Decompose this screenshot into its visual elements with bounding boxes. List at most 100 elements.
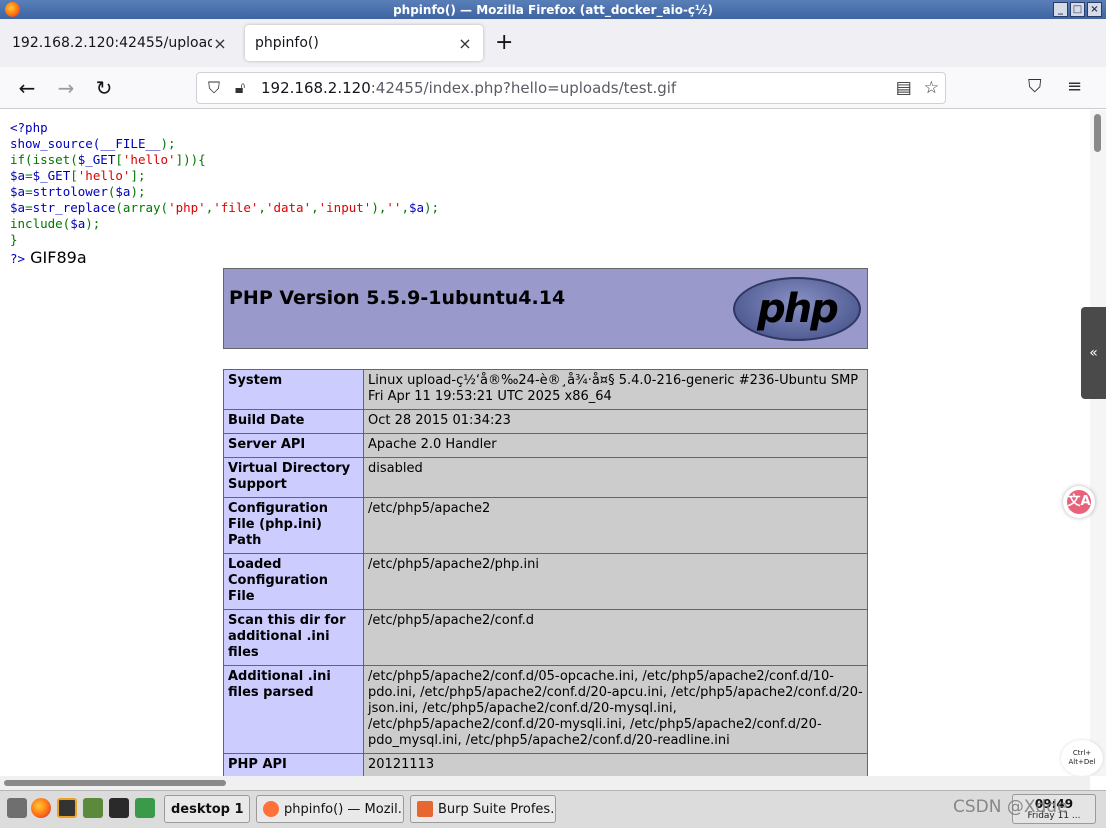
watermark: CSDN @Xdde: [953, 797, 1068, 817]
terminal-launcher-icon[interactable]: [57, 798, 77, 818]
info-value: Oct 28 2015 01:34:23: [363, 409, 868, 434]
source-token: isset(: [32, 152, 78, 167]
php-source-code: <?php show_source(__FILE__); if(isset($_GE…: [10, 120, 439, 248]
close-tab-icon[interactable]: ×: [212, 34, 228, 53]
maximize-icon[interactable]: □: [1070, 2, 1085, 17]
info-value: Apache 2.0 Handler: [363, 433, 868, 458]
source-line: $a=$_GET['hello'];: [10, 168, 439, 184]
source-token: strtolower: [32, 184, 108, 199]
source-token: 'data': [265, 200, 312, 215]
php-version-title: PHP Version 5.5.9-1ubuntu4.14: [229, 287, 566, 309]
minimize-icon[interactable]: _: [1053, 2, 1068, 17]
info-key: System: [223, 369, 364, 410]
source-token: }: [10, 232, 18, 247]
table-row: Loaded Configuration File/etc/php5/apach…: [223, 553, 868, 610]
source-token: 'hello': [77, 168, 131, 183]
url-bar[interactable]: ⛉ 🔓︎ 192.168.2.120:42455/index.php?hello…: [196, 72, 946, 104]
table-row: Configuration File (php.ini) Path/etc/ph…: [223, 497, 868, 554]
tab-label: phpinfo(): [255, 35, 319, 51]
source-token: if(: [10, 152, 33, 167]
taskbar-window-label: phpinfo() — Mozil...: [284, 801, 404, 817]
source-token: $a: [70, 216, 86, 231]
bookmark-star-icon[interactable]: ☆: [924, 78, 939, 98]
source-line: $a=str_replace(array('php','file','data'…: [10, 200, 439, 216]
source-token: );: [160, 136, 176, 151]
taskbar-window-firefox[interactable]: phpinfo() — Mozil...: [256, 795, 404, 823]
horizontal-scroll-thumb[interactable]: [4, 780, 226, 786]
source-token: ,: [258, 200, 266, 215]
forward-button[interactable]: →: [54, 76, 78, 100]
window-title: phpinfo() — Mozilla Firefox (att_docker_…: [393, 2, 713, 17]
source-token: <?php: [10, 120, 48, 135]
phpinfo-table: System Linux upload-ç½‘å®‰24-è®¸å¾·å¤§ 5.…: [223, 369, 868, 776]
pocket-icon[interactable]: ⛉: [1028, 76, 1042, 97]
taskbar-window-burp[interactable]: Burp Suite Profes...: [410, 795, 556, 823]
info-value: /etc/php5/apache2: [363, 497, 868, 554]
reload-button[interactable]: ↻: [92, 76, 116, 100]
gif-header-text: GIF89a: [30, 248, 87, 267]
table-row: System Linux upload-ç½‘å®‰24-è®¸å¾·å¤§ 5.…: [223, 369, 868, 410]
insecure-lock-icon[interactable]: 🔓︎: [227, 78, 253, 98]
back-button[interactable]: ←: [15, 76, 39, 100]
translate-button[interactable]: 文A: [1063, 486, 1095, 518]
cad-line2: Alt+Del: [1068, 758, 1096, 766]
settings-launcher-icon[interactable]: [83, 798, 103, 818]
ctrl-alt-del-button[interactable]: Ctrl+ Alt+Del: [1061, 740, 1103, 776]
monitor-launcher-icon[interactable]: [109, 798, 129, 818]
horizontal-scrollbar[interactable]: [0, 776, 1090, 790]
table-row: Server API Apache 2.0 Handler: [223, 433, 868, 458]
tab-strip: 192.168.2.120:42455/uploads/test.gif × p…: [0, 19, 1106, 67]
source-line: if(isset($_GET['hello'])){: [10, 152, 439, 168]
tab-phpinfo[interactable]: phpinfo() ×: [245, 25, 483, 61]
info-value: 20121113: [363, 753, 868, 776]
source-token: );: [85, 216, 101, 231]
info-value: /etc/php5/apache2/conf.d/05-opcache.ini,…: [363, 665, 868, 754]
show-desktop-icon[interactable]: [7, 798, 27, 818]
url-text[interactable]: 192.168.2.120:42455/index.php?hello=uplo…: [261, 79, 676, 97]
cad-line1: Ctrl+: [1072, 749, 1092, 757]
source-token: =: [25, 168, 33, 183]
info-key: Configuration File (php.ini) Path: [223, 497, 364, 554]
shield-icon[interactable]: ⛉: [201, 78, 227, 98]
vertical-scroll-thumb[interactable]: [1094, 114, 1101, 152]
firefox-launcher-icon[interactable]: [31, 798, 51, 818]
source-token: ),: [371, 200, 387, 215]
info-value: Linux upload-ç½‘å®‰24-è®¸å¾·å¤§ 5.4.0-21…: [363, 369, 868, 410]
translate-icon: 文A: [1067, 490, 1091, 514]
source-line: show_source(__FILE__);: [10, 136, 439, 152]
vertical-scrollbar[interactable]: [1090, 110, 1106, 776]
close-window-icon[interactable]: ×: [1087, 2, 1102, 17]
source-token: str_replace: [32, 200, 116, 215]
source-token: $_GET: [77, 152, 116, 167]
info-key: Loaded Configuration File: [223, 553, 364, 610]
source-token: '': [386, 200, 402, 215]
source-token: ])){: [175, 152, 206, 167]
table-row: PHP API 20121113: [223, 753, 868, 776]
source-token: 'php': [168, 200, 206, 215]
app-launcher-icon[interactable]: [135, 798, 155, 818]
tab-uploads-gif[interactable]: 192.168.2.120:42455/uploads/test.gif ×: [2, 25, 238, 61]
taskbar: desktop 1 phpinfo() — Mozil... Burp Suit…: [0, 790, 1106, 828]
php-logo-text: php: [757, 286, 839, 332]
source-token: ,: [401, 200, 409, 215]
side-panel-toggle[interactable]: «: [1081, 307, 1106, 399]
source-token: 'hello': [122, 152, 176, 167]
source-token: $a: [115, 184, 131, 199]
php-logo[interactable]: php: [733, 277, 861, 341]
source-token: show_source(: [10, 136, 101, 151]
new-tab-button[interactable]: +: [495, 32, 513, 54]
table-row: Scan this dir for additional .ini files /…: [223, 609, 868, 666]
phpinfo-header: PHP Version 5.5.9-1ubuntu4.14 php: [223, 268, 868, 349]
source-line: include($a);: [10, 216, 439, 232]
close-tab-icon[interactable]: ×: [457, 34, 473, 53]
navigation-bar: ← → ↻ ⛉ 🔓︎ 192.168.2.120:42455/index.php…: [0, 67, 1106, 109]
url-path: :42455/index.php?hello=uploads/test.gif: [370, 79, 677, 97]
window-titlebar: phpinfo() — Mozilla Firefox (att_docker_…: [0, 0, 1106, 19]
table-row: Additional .ini files parsed/etc/php5/ap…: [223, 665, 868, 754]
reader-view-icon[interactable]: ▤: [896, 78, 912, 98]
desktop-switcher[interactable]: desktop 1: [164, 795, 250, 823]
table-row: Virtual Directory Support disabled: [223, 457, 868, 498]
menu-icon[interactable]: ≡: [1067, 76, 1082, 97]
tab-label: 192.168.2.120:42455/uploads/test.gif: [12, 35, 212, 51]
source-token: 'file': [213, 200, 259, 215]
